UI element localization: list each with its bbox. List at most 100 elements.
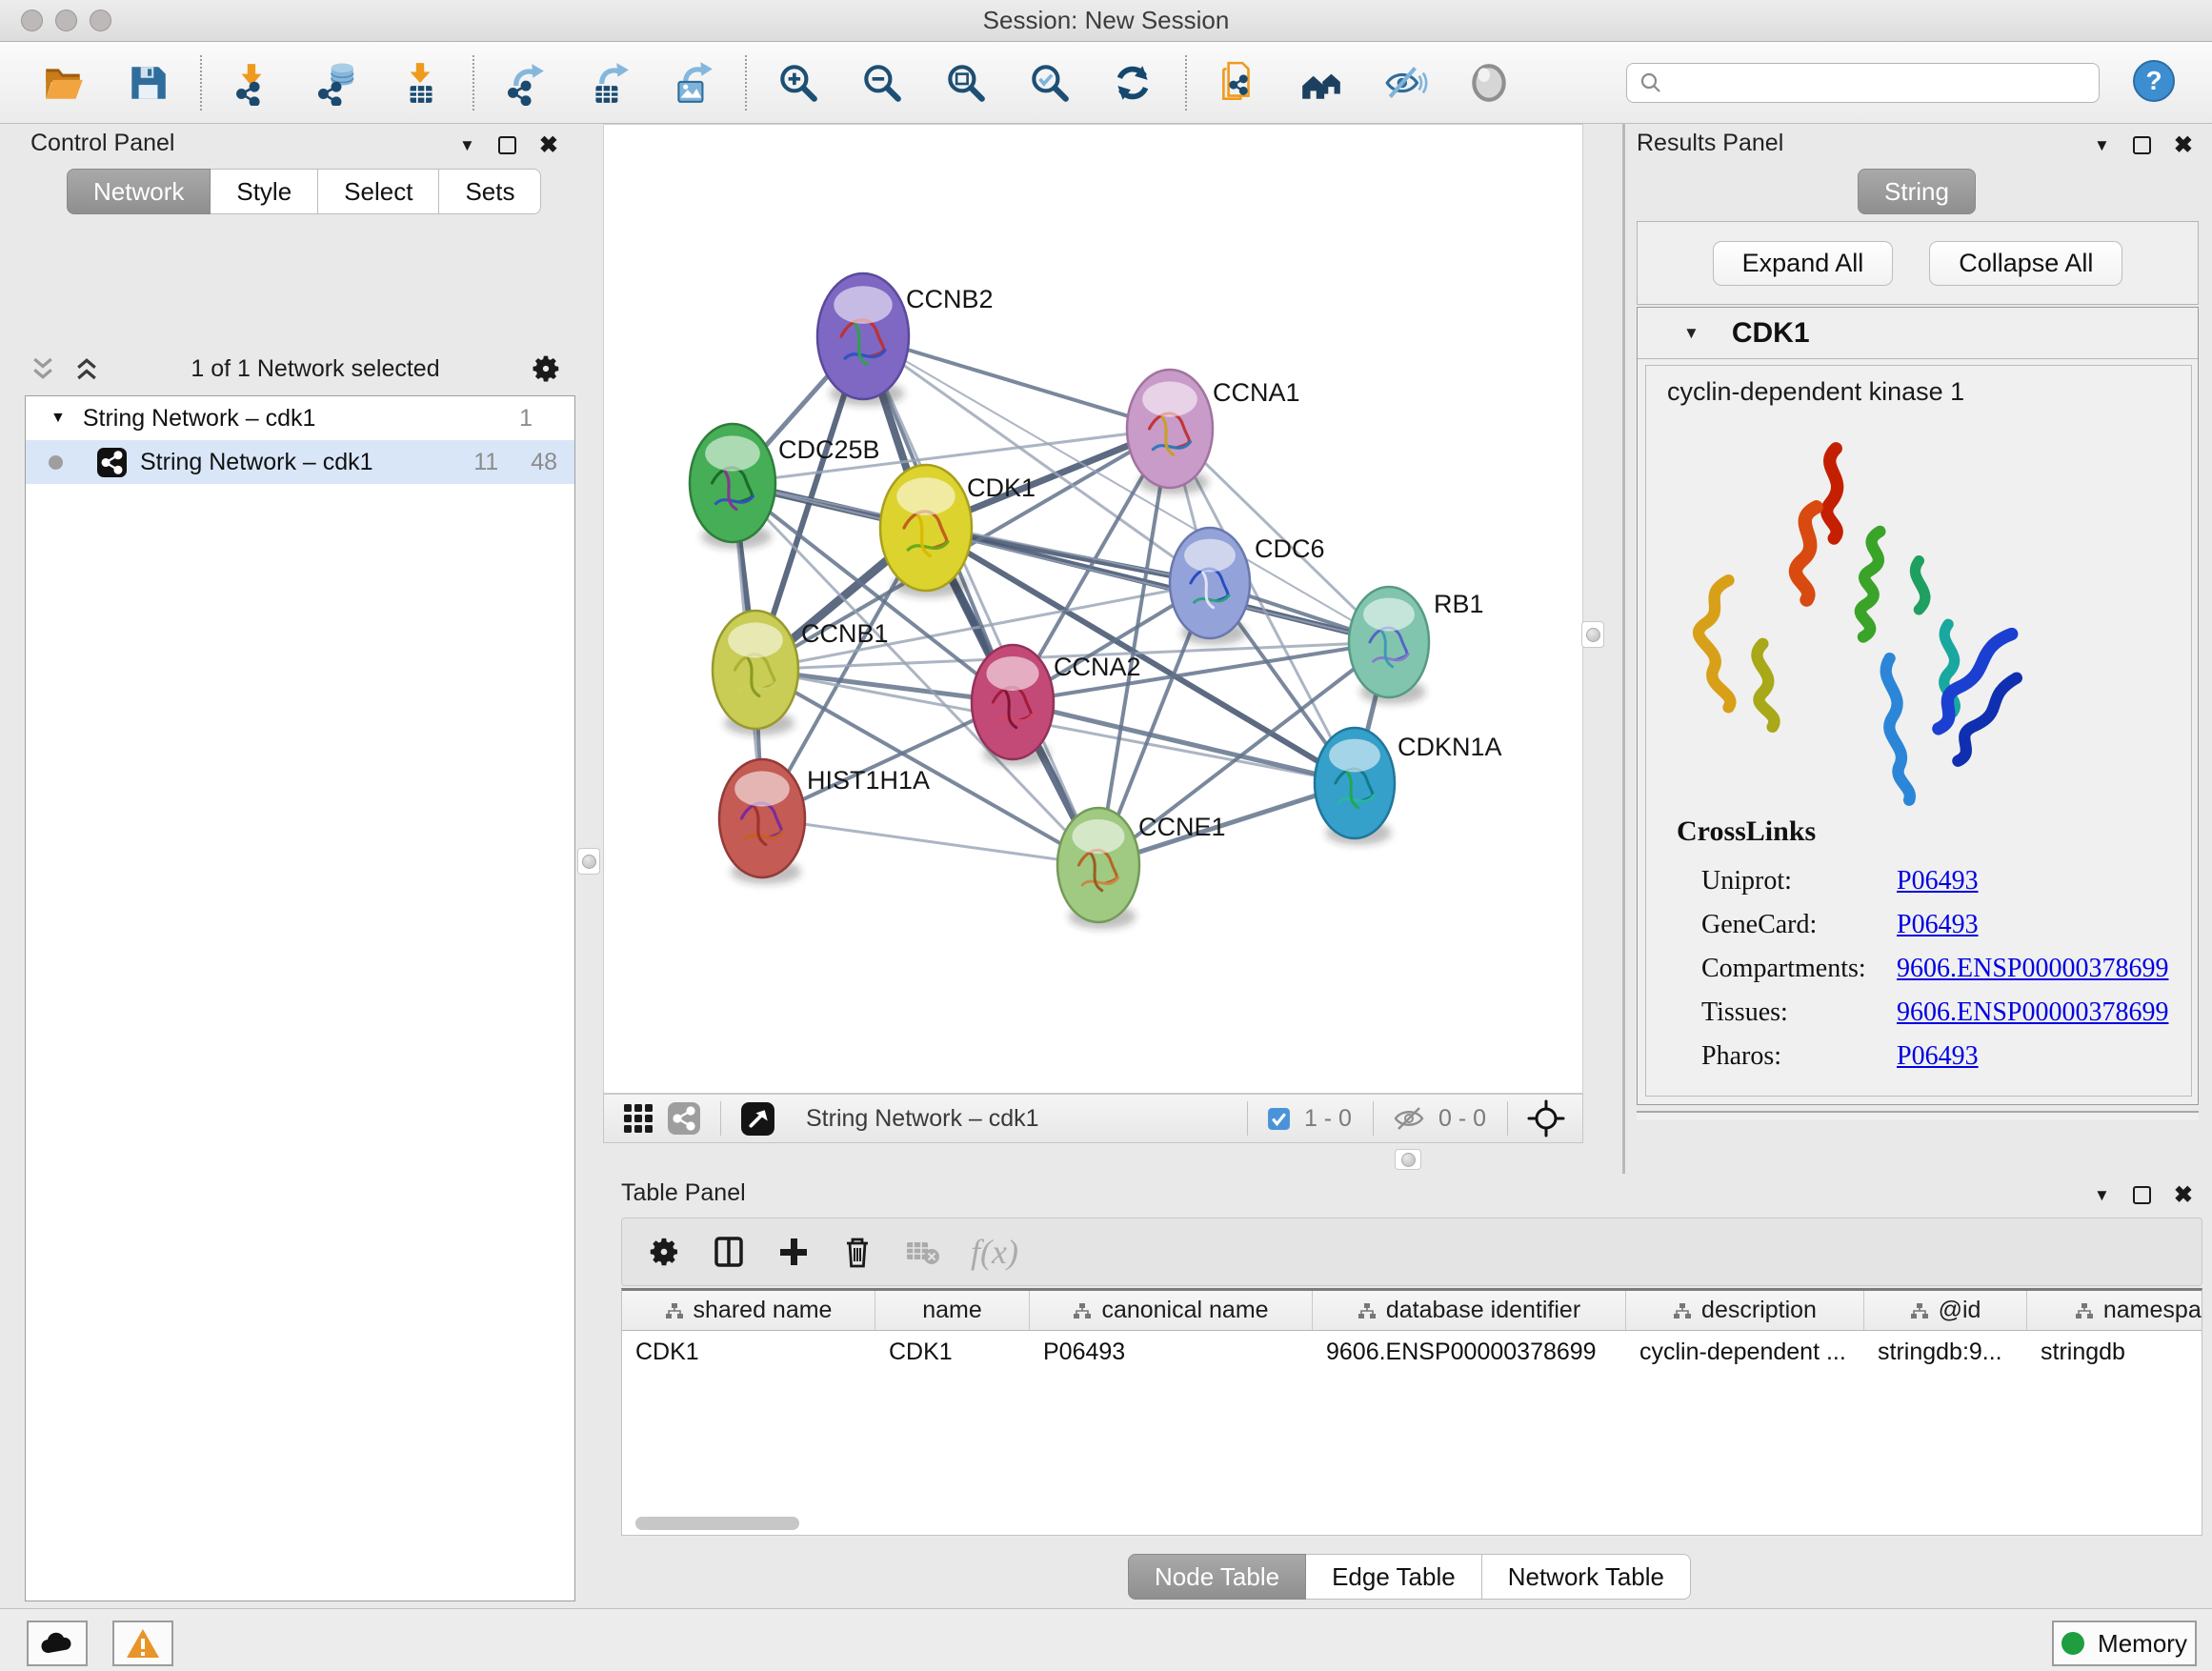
panel-close-icon[interactable]: ✖ xyxy=(2174,131,2193,159)
entry-caret-icon[interactable]: ▼ xyxy=(1683,324,1699,343)
import-network-from-file-button[interactable] xyxy=(227,54,278,111)
expand-all-button[interactable]: Expand All xyxy=(1713,241,1894,286)
maximize-window-button[interactable] xyxy=(90,10,111,31)
tab-network[interactable]: Network xyxy=(67,169,211,214)
table-cell[interactable]: P06493 xyxy=(1030,1331,1313,1373)
network-node-ccna1[interactable]: CCNA1 xyxy=(1127,370,1300,494)
table-horizontal-scrollbar[interactable] xyxy=(624,1515,2198,1532)
cloud-status-button[interactable] xyxy=(27,1621,88,1666)
table-cell[interactable]: CDK1 xyxy=(622,1331,875,1373)
results-entry-header[interactable]: ▼ CDK1 xyxy=(1638,308,2198,359)
warning-status-button[interactable] xyxy=(112,1621,173,1666)
column-header-database-identifier[interactable]: database identifier xyxy=(1313,1291,1626,1330)
column-header-namespace[interactable]: namespace xyxy=(2027,1291,2202,1330)
tab-style[interactable]: Style xyxy=(211,169,318,214)
network-node-ccne1[interactable]: CCNE1 xyxy=(1057,808,1226,929)
tab-sets[interactable]: Sets xyxy=(439,169,541,214)
zoom-in-button[interactable] xyxy=(772,54,823,111)
fit-selected-button[interactable] xyxy=(1527,1099,1565,1137)
network-canvas[interactable]: CCNB2CCNA1CDC25BCDK1CDC6RB1CCNB1CCNA2CDK… xyxy=(603,124,1583,1094)
network-collection-row[interactable]: ▼ String Network – cdk1 1 xyxy=(26,396,574,440)
close-window-button[interactable] xyxy=(21,10,43,31)
table-cell[interactable]: stringdb:9... xyxy=(1864,1331,2027,1373)
column-header-shared-name[interactable]: shared name xyxy=(622,1291,875,1330)
minimize-window-button[interactable] xyxy=(55,10,77,31)
zoom-out-button[interactable] xyxy=(855,54,907,111)
open-session-button[interactable] xyxy=(38,54,90,111)
network-overview-button[interactable] xyxy=(667,1101,701,1136)
zoom-selected-button[interactable] xyxy=(1023,54,1075,111)
zoom-fit-button[interactable] xyxy=(939,54,991,111)
gear-icon[interactable] xyxy=(530,352,562,385)
table-cell[interactable]: stringdb xyxy=(2027,1331,2202,1373)
bottom-splitter-handle[interactable] xyxy=(1395,1149,1421,1170)
tab-node-table[interactable]: Node Table xyxy=(1128,1554,1306,1600)
hidden-eye-icon[interactable] xyxy=(1393,1104,1425,1133)
crosslink-row: Tissues:9606.ENSP00000378699 xyxy=(1701,991,2178,1035)
tab-network-table[interactable]: Network Table xyxy=(1482,1554,1691,1600)
tab-string[interactable]: String xyxy=(1858,169,1976,214)
right-splitter-handle[interactable] xyxy=(1581,621,1604,648)
panel-menu-icon[interactable]: ▼ xyxy=(459,136,475,155)
panel-float-icon[interactable] xyxy=(498,136,516,154)
help-button[interactable]: ? xyxy=(2132,59,2176,106)
detach-view-button[interactable] xyxy=(740,1101,775,1137)
grid-view-button[interactable] xyxy=(621,1101,655,1136)
network-node-cdkn1a[interactable]: CDKN1A xyxy=(1315,728,1502,845)
show-columns-button[interactable] xyxy=(712,1235,746,1269)
search-input[interactable] xyxy=(1663,70,2087,96)
show-all-button[interactable] xyxy=(1463,54,1515,111)
tab-select[interactable]: Select xyxy=(318,169,439,214)
network-node-rb1[interactable]: RB1 xyxy=(1349,587,1484,704)
column-header-name[interactable]: name xyxy=(875,1291,1030,1330)
memory-button[interactable]: Memory xyxy=(2052,1621,2197,1666)
save-session-button[interactable] xyxy=(122,54,173,111)
export-image-button[interactable] xyxy=(667,54,718,111)
network-node-hist1h1a[interactable]: HIST1H1A xyxy=(719,759,930,884)
left-splitter-handle[interactable] xyxy=(577,848,600,875)
table-settings-button[interactable] xyxy=(647,1235,681,1269)
scrollbar-thumb[interactable] xyxy=(635,1517,799,1530)
selected-checkbox-icon[interactable] xyxy=(1267,1107,1291,1131)
export-table-button[interactable] xyxy=(583,54,634,111)
panel-menu-icon[interactable]: ▼ xyxy=(2094,136,2110,155)
column-header-canonical-name[interactable]: canonical name xyxy=(1030,1291,1313,1330)
crosslink-link[interactable]: 9606.ENSP00000378699 xyxy=(1897,997,2168,1028)
delete-column-button[interactable] xyxy=(841,1235,874,1269)
network-edge-ccnb2-ccna1[interactable] xyxy=(863,336,1170,429)
network-row-selected[interactable]: String Network – cdk1 11 48 xyxy=(26,440,574,484)
crosslink-link[interactable]: P06493 xyxy=(1897,866,1979,896)
expand-all-tree-icon[interactable] xyxy=(72,354,101,383)
add-column-button[interactable] xyxy=(776,1235,811,1269)
network-node-ccnb2[interactable]: CCNB2 xyxy=(817,273,994,406)
crosslink-link[interactable]: 9606.ENSP00000378699 xyxy=(1897,954,2168,984)
table-cell[interactable]: cyclin-dependent ... xyxy=(1626,1331,1864,1373)
import-network-from-database-button[interactable] xyxy=(311,54,362,111)
network-node-ccna2[interactable]: CCNA2 xyxy=(972,645,1141,766)
refresh-button[interactable] xyxy=(1107,54,1158,111)
import-table-from-file-button[interactable] xyxy=(394,54,446,111)
panel-close-icon[interactable]: ✖ xyxy=(2174,1181,2193,1209)
panel-float-icon[interactable] xyxy=(2133,136,2151,154)
first-neighbors-button[interactable] xyxy=(1296,54,1347,111)
panel-float-icon[interactable] xyxy=(2133,1186,2151,1204)
table-cell[interactable]: CDK1 xyxy=(875,1331,1030,1373)
column-header-description[interactable]: description xyxy=(1626,1291,1864,1330)
entry-description: cyclin-dependent kinase 1 xyxy=(1667,377,1964,407)
crosslink-link[interactable]: P06493 xyxy=(1897,910,1979,940)
crosslink-link[interactable]: P06493 xyxy=(1897,1041,1979,1072)
export-network-button[interactable] xyxy=(499,54,551,111)
network-node-cdc6[interactable]: CDC6 xyxy=(1170,528,1325,645)
table-cell[interactable]: 9606.ENSP00000378699 xyxy=(1313,1331,1626,1373)
hide-selected-button[interactable] xyxy=(1379,54,1431,111)
tab-edge-table[interactable]: Edge Table xyxy=(1306,1554,1482,1600)
panel-close-icon[interactable]: ✖ xyxy=(539,131,558,159)
new-network-from-selection-button[interactable] xyxy=(1212,54,1263,111)
column-header-id[interactable]: @id xyxy=(1864,1291,2027,1330)
panel-menu-icon[interactable]: ▼ xyxy=(2094,1186,2110,1205)
network-node-cdc25b[interactable]: CDC25B xyxy=(690,424,880,549)
collapse-all-tree-icon[interactable] xyxy=(29,354,57,383)
network-edge-hist1h1a-ccne1[interactable] xyxy=(762,818,1098,865)
collapse-all-button[interactable]: Collapse All xyxy=(1929,241,2122,286)
tree-caret-icon[interactable]: ▼ xyxy=(50,410,66,427)
